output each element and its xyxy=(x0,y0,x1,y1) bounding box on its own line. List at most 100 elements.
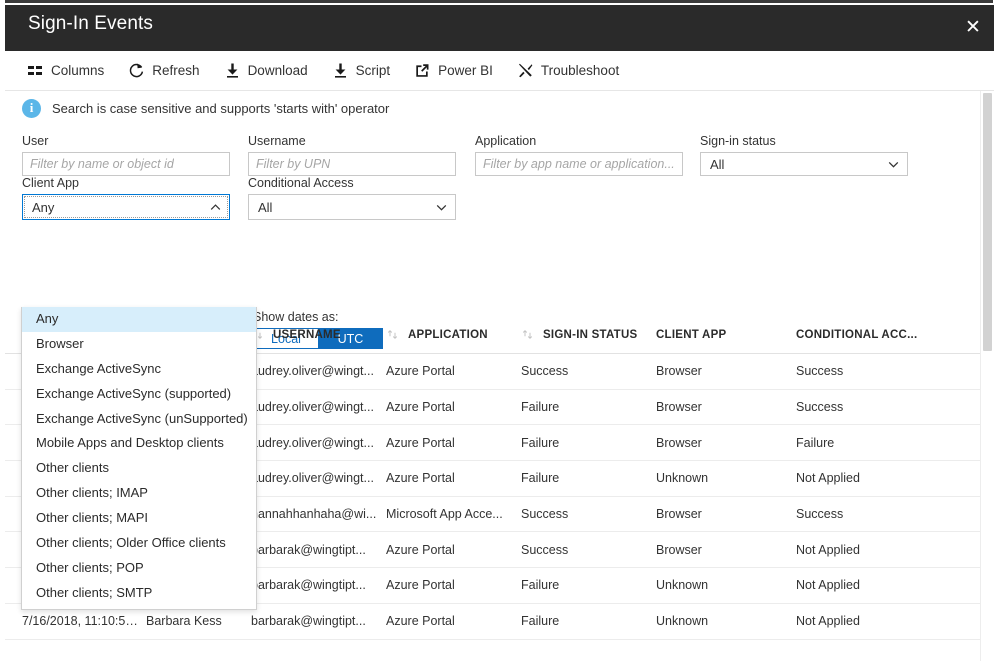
dropdown-option[interactable]: Other clients; SMTP xyxy=(22,581,256,606)
dropdown-option[interactable]: Other clients; MAPI xyxy=(22,506,256,531)
signin-status-value: All xyxy=(710,157,724,172)
column-header-signin-status[interactable]: SIGN-IN STATUS xyxy=(521,328,656,341)
filter-signin-status: Sign-in status All xyxy=(700,134,908,176)
application-input-placeholder: Filter by app name or application... xyxy=(483,157,675,171)
column-header-conditional-access[interactable]: CONDITIONAL ACC... xyxy=(796,329,946,341)
table-cell-conditional-access: Not Applied xyxy=(796,543,946,557)
table-cell-client-app: Unknown xyxy=(656,471,796,485)
filter-client-app: Client App Any xyxy=(22,176,230,220)
table-cell-client-app: Browser xyxy=(656,400,796,414)
column-header-client-app[interactable]: CLIENT APP xyxy=(656,329,796,341)
table-cell-client-app: Browser xyxy=(656,364,796,378)
filter-username: Username Filter by UPN xyxy=(248,134,456,176)
table-cell-status: Success xyxy=(521,543,656,557)
table-cell-status: Failure xyxy=(521,400,656,414)
dropdown-option[interactable]: Browser xyxy=(22,332,256,357)
column-header-application-label: APPLICATION xyxy=(408,329,488,341)
conditional-access-value: All xyxy=(258,200,272,215)
filter-conditional-access: Conditional Access All xyxy=(248,176,456,220)
table-cell-conditional-access: Success xyxy=(796,364,946,378)
client-app-dropdown-list: AnyBrowserExchange ActiveSyncExchange Ac… xyxy=(21,307,257,610)
filter-conditional-access-label: Conditional Access xyxy=(248,176,456,191)
conditional-access-select[interactable]: All xyxy=(248,194,456,220)
table-cell-conditional-access: Failure xyxy=(796,436,946,450)
vertical-scrollbar[interactable] xyxy=(980,91,994,661)
table-cell-status: Success xyxy=(521,507,656,521)
script-button[interactable]: Script xyxy=(332,62,391,79)
table-cell-application: Azure Portal xyxy=(386,436,521,450)
table-cell-application: Azure Portal xyxy=(386,543,521,557)
info-message: Search is case sensitive and supports 's… xyxy=(52,101,389,116)
sort-icon xyxy=(521,328,534,341)
troubleshoot-button[interactable]: Troubleshoot xyxy=(517,62,619,79)
table-cell-conditional-access: Not Applied xyxy=(796,614,946,628)
columns-button[interactable]: Columns xyxy=(27,62,104,79)
table-cell-status: Failure xyxy=(521,471,656,485)
troubleshoot-label: Troubleshoot xyxy=(541,63,619,78)
table-cell-client-app: Browser xyxy=(656,543,796,557)
power-bi-label: Power BI xyxy=(438,63,493,78)
table-cell-client-app: Browser xyxy=(656,436,796,450)
download-button[interactable]: Download xyxy=(224,62,308,79)
filter-user: User Filter by name or object id xyxy=(22,134,230,176)
table-cell-client-app: Unknown xyxy=(656,614,796,628)
table-cell-conditional-access: Success xyxy=(796,400,946,414)
dropdown-option[interactable]: Any xyxy=(22,307,256,332)
chevron-down-icon xyxy=(887,158,900,171)
power-bi-button[interactable]: Power BI xyxy=(414,62,493,79)
close-icon[interactable]: ✕ xyxy=(956,11,990,43)
table-cell-conditional-access: Not Applied xyxy=(796,471,946,485)
user-input[interactable]: Filter by name or object id xyxy=(22,152,230,176)
client-app-select[interactable]: Any xyxy=(22,194,230,220)
dropdown-option[interactable]: Exchange ActiveSync (unSupported) xyxy=(22,407,256,432)
info-bar: i Search is case sensitive and supports … xyxy=(5,91,994,125)
username-input-placeholder: Filter by UPN xyxy=(256,157,330,171)
user-input-placeholder: Filter by name or object id xyxy=(30,157,174,171)
dropdown-option[interactable]: Exchange ActiveSync (supported) xyxy=(22,382,256,407)
filter-username-label: Username xyxy=(248,134,456,149)
application-input[interactable]: Filter by app name or application... xyxy=(475,152,683,176)
table-cell-status: Failure xyxy=(521,614,656,628)
username-input[interactable]: Filter by UPN xyxy=(248,152,456,176)
columns-icon xyxy=(27,62,44,79)
client-app-value: Any xyxy=(32,200,54,215)
title-bar: Sign-In Events ✕ xyxy=(5,3,994,51)
dropdown-option[interactable]: Other clients xyxy=(22,456,256,481)
column-header-application[interactable]: APPLICATION xyxy=(386,328,521,341)
filter-application-label: Application xyxy=(475,134,683,149)
window-left-edge xyxy=(0,0,5,664)
dropdown-option[interactable]: Exchange ActiveSync xyxy=(22,357,256,382)
column-header-username[interactable]: USERNAME xyxy=(251,328,386,341)
filter-client-app-label: Client App xyxy=(22,176,230,191)
page-title: Sign-In Events xyxy=(28,13,153,35)
window-right-edge xyxy=(994,0,999,664)
download-icon xyxy=(224,62,241,79)
table-cell-username: barbarak@wingtipt... xyxy=(251,578,386,592)
table-cell-user: Barbara Kess xyxy=(146,614,251,628)
refresh-label: Refresh xyxy=(152,63,199,78)
content-area: i Search is case sensitive and supports … xyxy=(5,91,994,661)
table-cell-application: Microsoft App Acce... xyxy=(386,507,521,521)
scrollbar-thumb[interactable] xyxy=(983,93,992,351)
dropdown-option[interactable]: Other clients; POP xyxy=(22,556,256,581)
table-cell-application: Azure Portal xyxy=(386,614,521,628)
refresh-button[interactable]: Refresh xyxy=(128,62,199,79)
dropdown-option[interactable]: Mobile Apps and Desktop clients xyxy=(22,431,256,456)
script-label: Script xyxy=(356,63,391,78)
column-header-conditional-access-label: CONDITIONAL ACC... xyxy=(796,329,917,341)
table-cell-username: audrey.oliver@wingt... xyxy=(251,471,386,485)
window-top-edge xyxy=(0,0,999,5)
chevron-up-icon xyxy=(209,201,222,214)
dropdown-option[interactable]: Other clients; IMAP xyxy=(22,481,256,506)
filter-signin-status-label: Sign-in status xyxy=(700,134,908,149)
chevron-down-icon xyxy=(435,201,448,214)
signin-status-select[interactable]: All xyxy=(700,152,908,176)
table-cell-client-app: Browser xyxy=(656,507,796,521)
dropdown-option[interactable]: Other clients; Older Office clients xyxy=(22,531,256,556)
signin-events-window: Sign-In Events ✕ Columns Re xyxy=(0,0,999,664)
table-cell-username: barbarak@wingtipt... xyxy=(251,543,386,557)
table-cell-application: Azure Portal xyxy=(386,471,521,485)
refresh-icon xyxy=(128,62,145,79)
table-cell-status: Success xyxy=(521,364,656,378)
table-cell-application: Azure Portal xyxy=(386,364,521,378)
